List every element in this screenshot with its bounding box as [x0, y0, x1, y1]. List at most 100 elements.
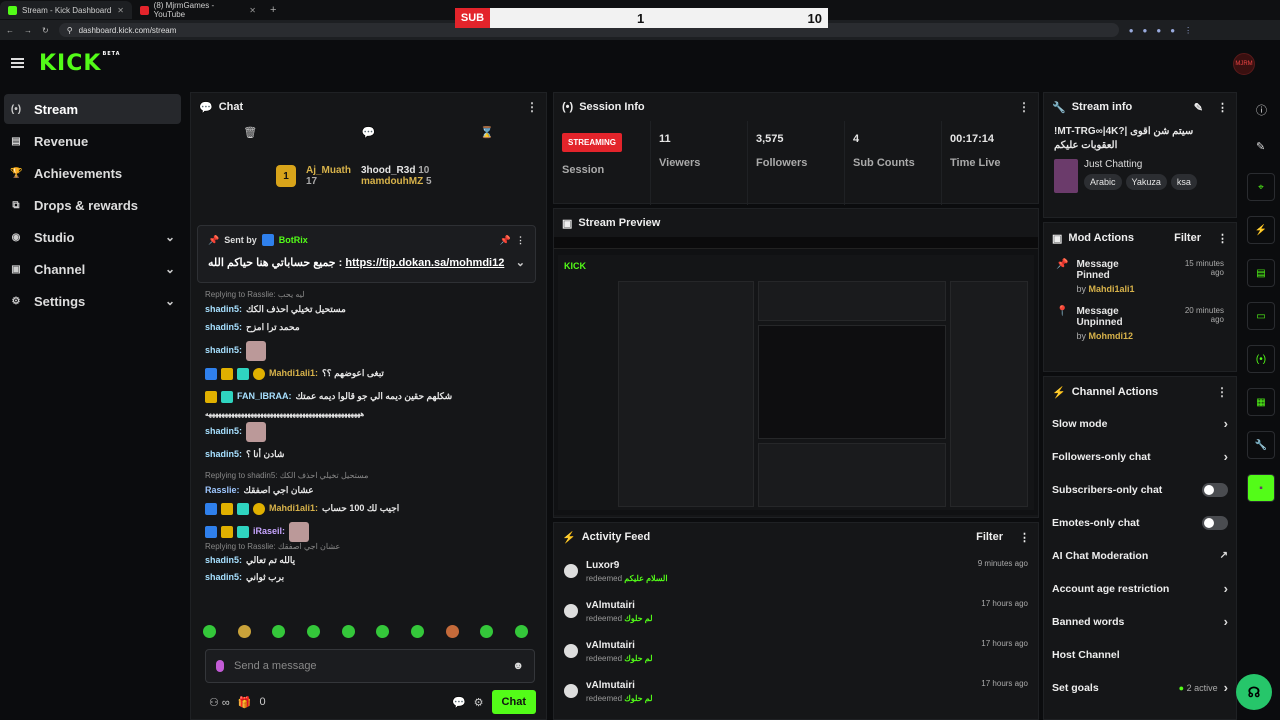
user-avatar[interactable]: MJRM — [1233, 53, 1255, 75]
emoji-picker-icon[interactable]: ☻ — [512, 660, 524, 672]
gift-icon[interactable]: 🎁 — [238, 696, 252, 709]
browser-tab-kick[interactable]: Stream - Kick Dashboard ✕ — [0, 1, 132, 19]
emote-icon[interactable] — [445, 625, 459, 638]
tag-chip[interactable]: Arabic — [1084, 174, 1122, 190]
followers-only-row[interactable]: Followers-only chat › — [1044, 440, 1236, 473]
notes-icon[interactable]: ▤ — [1247, 259, 1275, 287]
trash-icon[interactable]: 🗑 — [243, 126, 257, 139]
more-options-icon[interactable]: ⋮ — [1217, 232, 1228, 245]
category-thumbnail[interactable] — [1054, 159, 1078, 193]
microphone-icon[interactable] — [216, 660, 224, 672]
chat-username[interactable]: iRaseil: — [253, 527, 285, 536]
emote-icon[interactable] — [410, 625, 424, 638]
sidebar-item-drops[interactable]: ⧉ Drops & rewards — [4, 190, 181, 220]
unpin-icon[interactable]: 📌 — [500, 235, 511, 246]
stream-preview-video[interactable]: KICK — [554, 237, 1038, 515]
feed-filter-button[interactable]: Filter — [976, 531, 1003, 543]
info-icon[interactable]: ⓘ — [1256, 102, 1280, 118]
mod-username[interactable]: Mohmdi12 — [1088, 331, 1133, 341]
chevron-down-icon[interactable]: ⌄ — [516, 256, 525, 269]
tag-chip[interactable]: ksa — [1170, 174, 1197, 190]
pinned-link[interactable]: https://tip.dokan.sa/mohmdi12 — [345, 257, 504, 269]
hamburger-menu-icon[interactable] — [11, 58, 24, 68]
emote-icon[interactable] — [480, 625, 494, 638]
category-name[interactable]: Just Chatting — [1084, 159, 1197, 170]
kick-logo[interactable]: KICKBETA — [39, 51, 121, 76]
mod-filter-button[interactable]: Filter — [1174, 232, 1201, 244]
ai-moderation-row[interactable]: AI Chat Moderation ↗ — [1044, 539, 1236, 572]
layout-icon[interactable]: ▦ — [1247, 388, 1275, 416]
chat-username[interactable]: shadin5: — [205, 450, 242, 459]
feed-username[interactable]: vAlmutairi — [586, 680, 653, 691]
emote-icon[interactable] — [237, 625, 251, 638]
users-icon[interactable]: ⚇ ∞ — [209, 696, 230, 709]
lightning-icon[interactable]: ⚡ — [1247, 216, 1275, 244]
chat-username[interactable]: Mahdi1ali1: — [269, 369, 318, 378]
raid-icon[interactable]: ▪ — [1247, 474, 1275, 502]
chat-username[interactable]: shadin5: — [205, 346, 242, 355]
chat-input[interactable]: Send a message ☻ — [205, 649, 535, 683]
hourglass-icon[interactable]: ⌛ — [480, 126, 494, 139]
pinned-bot-name[interactable]: BotRix — [279, 235, 308, 245]
banned-words-row[interactable]: Banned words › — [1044, 605, 1236, 638]
extension-icon[interactable]: ● — [1129, 26, 1134, 35]
emote-icon[interactable] — [306, 625, 320, 638]
feed-username[interactable]: Luxor9 — [586, 560, 668, 571]
mod-username[interactable]: Mahdi1ali1 — [1088, 284, 1134, 294]
account-age-row[interactable]: Account age restriction › — [1044, 572, 1236, 605]
broadcast-icon[interactable]: (•) — [1247, 345, 1275, 373]
chat-username[interactable]: Rasslie: — [205, 485, 240, 495]
new-tab-icon[interactable]: + — [264, 4, 282, 16]
subscribers-only-toggle[interactable] — [1202, 482, 1228, 497]
more-options-icon[interactable]: ⋮ — [1217, 101, 1228, 114]
sidebar-item-stream[interactable]: (•) Stream — [4, 94, 181, 124]
reload-icon[interactable]: ↻ — [42, 26, 49, 35]
leaderboard-second-user[interactable]: 3hood_R3d — [361, 165, 415, 176]
chat-username[interactable]: shadin5: — [205, 323, 242, 332]
send-chat-button[interactable]: Chat — [491, 690, 536, 714]
feed-username[interactable]: vAlmutairi — [586, 640, 653, 651]
extension-icon[interactable]: ● — [1156, 26, 1161, 35]
clip-icon[interactable]: ⌖ — [1247, 173, 1275, 201]
more-options-icon[interactable]: ⋮ — [1018, 100, 1030, 114]
emote-icon[interactable] — [376, 625, 390, 638]
leaderboard-first-user[interactable]: Aj_Muath — [306, 165, 351, 176]
sidebar-item-settings[interactable]: ⚙ Settings ⌄ — [4, 286, 181, 316]
chat-username[interactable]: shadin5: — [205, 427, 242, 436]
set-goals-row[interactable]: Set goals ● 2 active › — [1044, 671, 1236, 704]
reply-reference[interactable]: Replying to shadin5: مستحيل تخيلي احذف ا… — [205, 472, 537, 483]
sidebar-item-studio[interactable]: ◉ Studio ⌄ — [4, 222, 181, 252]
emote-icon[interactable] — [341, 625, 355, 638]
chat-bubble-icon[interactable]: 💬 — [362, 126, 376, 139]
extension-icon[interactable]: ● — [1170, 26, 1175, 35]
more-options-icon[interactable]: ⋮ — [1216, 385, 1228, 399]
close-tab-icon[interactable]: ✕ — [249, 6, 256, 15]
emote-icon[interactable] — [203, 625, 216, 638]
close-tab-icon[interactable]: ✕ — [117, 6, 124, 15]
extension-icon[interactable]: ● — [1143, 26, 1148, 35]
menu-icon[interactable]: ⋮ — [1184, 26, 1192, 35]
help-support-icon[interactable]: ☊ — [1236, 674, 1272, 710]
wrench-icon[interactable]: 🔧 — [1247, 431, 1275, 459]
forward-icon[interactable]: → — [24, 26, 32, 35]
feed-username[interactable]: vAlmutairi — [586, 600, 653, 611]
sidebar-item-achievements[interactable]: 🏆 Achievements — [4, 158, 181, 188]
browser-tab-youtube[interactable]: (8) MjrmGames - YouTube ✕ — [132, 1, 264, 19]
sidebar-item-channel[interactable]: ▣ Channel ⌄ — [4, 254, 181, 284]
chat-username[interactable]: shadin5: — [205, 573, 242, 582]
chat-username[interactable]: FAN_IBRAA: — [237, 392, 292, 401]
reply-reference[interactable]: Replying to Rasslie: عشان اجي اصفقك — [205, 543, 537, 554]
chat-bubble-icon[interactable]: 💬 — [452, 696, 466, 709]
host-channel-row[interactable]: Host Channel — [1044, 638, 1236, 671]
sidebar-item-revenue[interactable]: ▤ Revenue — [4, 126, 181, 156]
slow-mode-row[interactable]: Slow mode › — [1044, 407, 1236, 440]
chat-username[interactable]: shadin5: — [205, 555, 242, 565]
more-options-icon[interactable]: ⋮ — [1019, 531, 1030, 544]
tag-chip[interactable]: Yakuza — [1125, 174, 1167, 190]
chat-bubble-icon[interactable]: ▭ — [1247, 302, 1275, 330]
reply-reference[interactable]: Replying to Rasslie: ليه يحب — [205, 291, 537, 302]
chat-username[interactable]: shadin5: — [205, 304, 242, 314]
chat-username[interactable]: Mahdi1ali1: — [269, 504, 318, 513]
gear-icon[interactable]: ⚙ — [474, 696, 484, 709]
back-icon[interactable]: ← — [6, 26, 14, 35]
